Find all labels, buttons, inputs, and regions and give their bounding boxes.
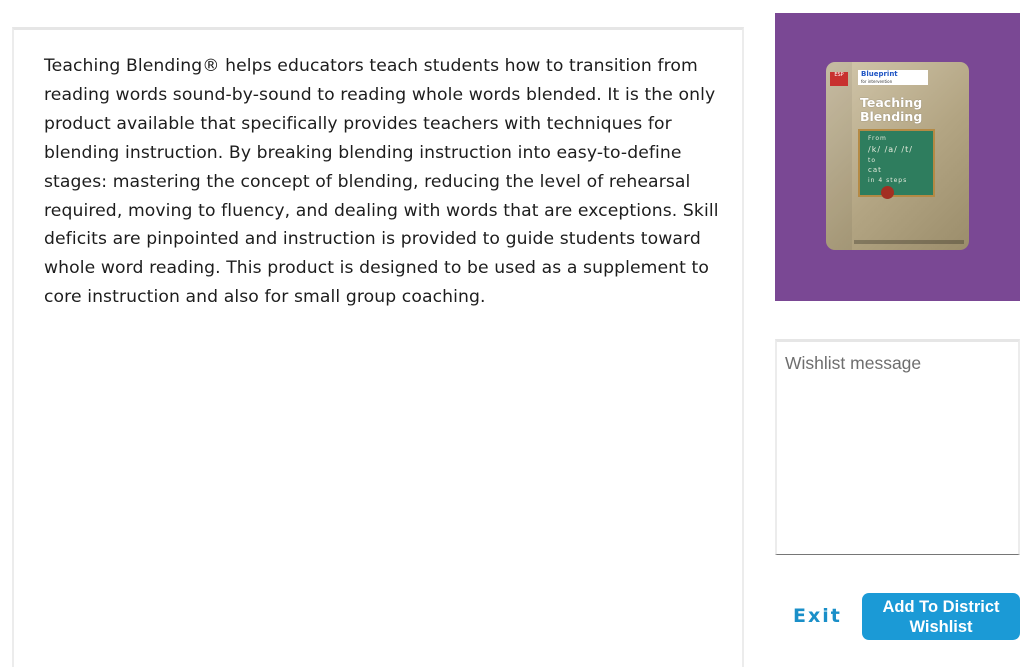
book-title: Teaching Blending bbox=[860, 95, 923, 124]
chalk-line: to bbox=[868, 157, 877, 164]
exit-button[interactable]: Exit bbox=[793, 605, 842, 627]
wishlist-message-input[interactable] bbox=[775, 339, 1020, 555]
book-cover-image: ESP Blueprint for intervention Teaching … bbox=[826, 62, 969, 250]
product-description-text: Teaching Blending® helps educators teach… bbox=[44, 56, 719, 308]
chalk-line: /k/ /a/ /t/ bbox=[868, 145, 913, 154]
series-name: Blueprint bbox=[861, 70, 898, 78]
book-series-label: Blueprint for intervention bbox=[858, 70, 928, 85]
product-description-panel: Teaching Blending® helps educators teach… bbox=[12, 27, 744, 667]
book-footer-bar bbox=[854, 240, 964, 244]
publisher-logo-icon: ESP bbox=[830, 72, 848, 86]
chalk-line: cat bbox=[868, 166, 882, 174]
product-cover-panel: ESP Blueprint for intervention Teaching … bbox=[775, 13, 1020, 301]
apple-icon bbox=[881, 186, 894, 199]
chalkboard-illustration: From /k/ /a/ /t/ to cat in 4 steps bbox=[858, 129, 935, 197]
chalk-line: in 4 steps bbox=[868, 177, 908, 184]
book-spine-strip bbox=[826, 62, 852, 250]
add-to-district-wishlist-button[interactable]: Add To District Wishlist bbox=[862, 593, 1020, 640]
chalk-line: From bbox=[868, 135, 887, 142]
series-subname: for intervention bbox=[861, 79, 893, 84]
